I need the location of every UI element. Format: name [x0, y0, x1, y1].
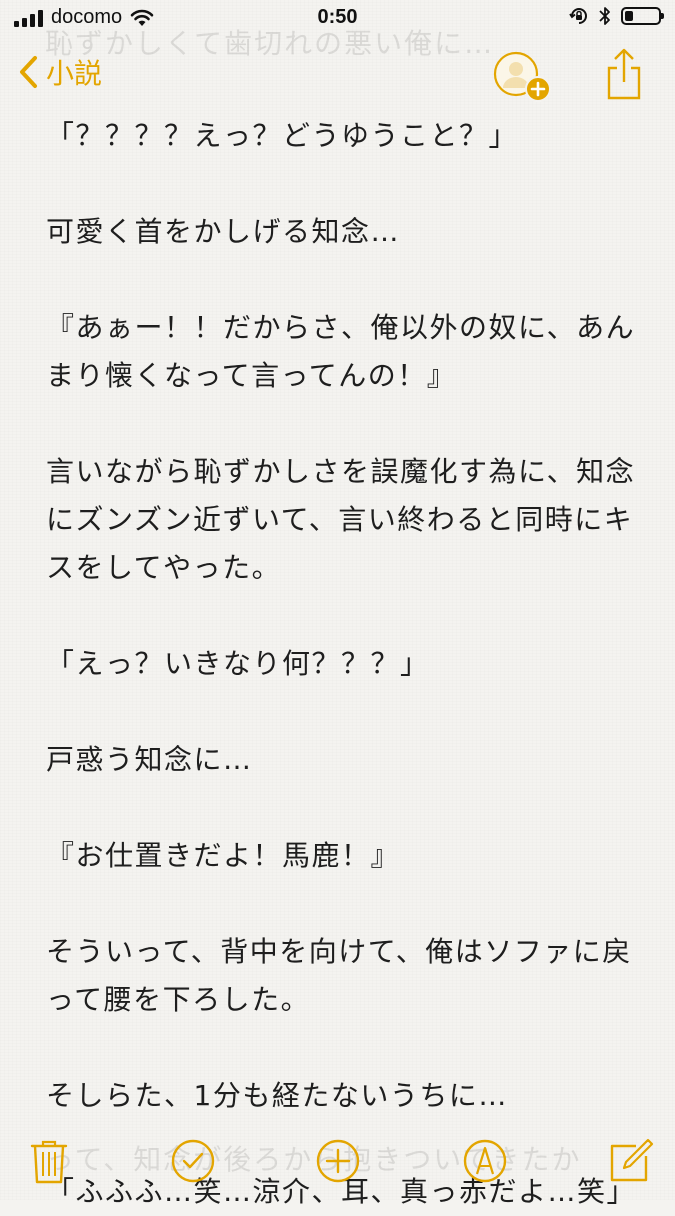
checklist-icon — [171, 1139, 215, 1183]
markup-button[interactable] — [460, 1136, 510, 1186]
status-bar: docomo 0:50 — [0, 0, 675, 40]
note-paragraph: そういって、背中を向けて、俺はソファに戻 って腰を下ろした。 — [46, 935, 632, 1016]
checklist-button[interactable] — [168, 1136, 218, 1186]
note-text-area[interactable]: 「？？？？えっ？どうゆうこと？」 可愛く首をかしげる知念… 『あぁー！！だからさ… — [46, 112, 636, 1216]
add-people-icon — [493, 51, 551, 102]
note-paragraph: 可愛く首をかしげる知念… — [46, 215, 401, 248]
back-label: 小説 — [46, 57, 103, 90]
add-icon — [316, 1139, 360, 1183]
compose-icon — [610, 1138, 654, 1182]
battery-level — [625, 11, 633, 21]
status-right — [569, 6, 664, 26]
nav-bar: 小説 — [0, 40, 675, 110]
chevron-left-icon — [20, 56, 37, 88]
add-people-button[interactable] — [492, 48, 554, 104]
bottom-toolbar — [0, 1128, 675, 1200]
trash-icon — [30, 1140, 68, 1184]
delete-button[interactable] — [24, 1136, 74, 1186]
note-paragraph: 「？？？？えっ？どうゆうこと？」 — [46, 119, 519, 152]
note-paragraph: 『お仕置きだよ！馬鹿！』 — [46, 839, 401, 872]
note-paragraph: そしらた、1分も経たないうちに… — [46, 1079, 508, 1112]
back-button[interactable]: 小説 — [18, 52, 102, 92]
note-paragraph: 「えっ？いきなり何？？？」 — [46, 647, 430, 680]
note-paragraph: 戸惑う知念に… — [46, 743, 253, 776]
orientation-lock-icon — [569, 8, 587, 24]
markup-icon — [463, 1139, 507, 1183]
battery-icon — [621, 7, 664, 25]
compose-button[interactable] — [606, 1136, 656, 1186]
share-icon — [607, 48, 641, 100]
share-button[interactable] — [604, 46, 644, 102]
note-paragraph: 言いながら恥ずかしさを誤魔化す為に、知念 にズンズン近ずいて、言い終わると同時に… — [46, 455, 636, 584]
note-paragraph: 『あぁー！！だからさ、俺以外の奴に、あん まり懐くなって言ってんの！』 — [46, 311, 636, 392]
add-button[interactable] — [313, 1136, 363, 1186]
bluetooth-icon — [599, 7, 610, 25]
